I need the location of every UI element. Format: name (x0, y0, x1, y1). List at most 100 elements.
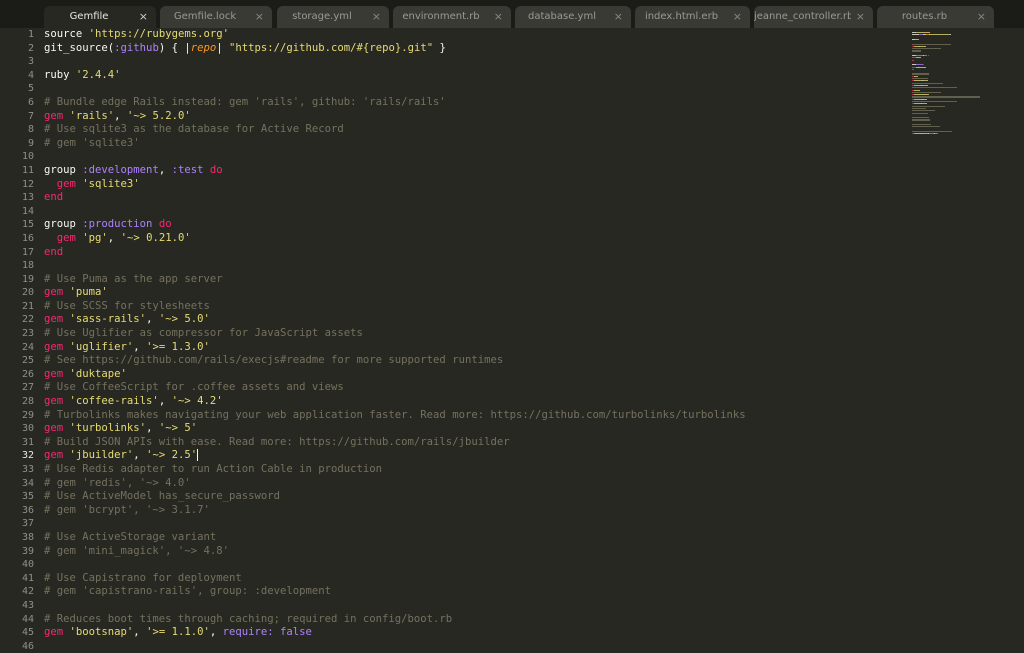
code-line[interactable]: # Bundle edge Rails instead: gem 'rails'… (44, 96, 904, 110)
code-token: , (133, 340, 147, 353)
minimap-token (912, 105, 945, 107)
code-token: 'jbuilder' (69, 449, 134, 462)
minimap-token (912, 107, 927, 110)
code-line[interactable]: gem 'sqlite3' (44, 178, 904, 192)
code-view[interactable]: source 'https://rubygems.org' git_source(… (44, 28, 904, 653)
code-line[interactable] (44, 517, 904, 531)
editor-area[interactable]: 1 2 3 4 5 6 7 8 9 10 11 12 13 14 15 16 17 18 19 20 21 22 23 24 2… (0, 28, 1024, 652)
code-line[interactable]: # gem 'capistrano-rails', group: :develo… (44, 585, 904, 599)
code-line[interactable] (44, 640, 904, 653)
close-icon[interactable]: × (856, 6, 865, 28)
code-line[interactable]: gem 'turbolinks', '~> 5' (44, 422, 904, 436)
code-token: 'duktape' (69, 367, 127, 380)
minimap-token (912, 59, 914, 61)
tab-storage-yml[interactable]: storage.yml × (277, 6, 389, 28)
code-line[interactable] (44, 599, 904, 613)
code-line[interactable]: # gem 'mini_magick', '~> 4.8' (44, 545, 904, 559)
tab-routes-rb[interactable]: routes.rb × (877, 6, 994, 28)
code-token: , (114, 109, 127, 122)
code-line[interactable]: # Use sqlite3 as the database for Active… (44, 123, 904, 137)
code-line[interactable]: gem 'rails', '~> 5.2.0' (44, 110, 904, 124)
line-number: 44 (21, 613, 34, 625)
code-line[interactable]: gem 'puma' (44, 286, 904, 300)
code-token: 'rails' (69, 109, 115, 122)
code-line[interactable]: # Use Puma as the app server (44, 273, 904, 287)
code-line[interactable]: end (44, 246, 904, 260)
code-token: # Use SCSS for stylesheets (44, 299, 210, 312)
code-line[interactable] (44, 259, 904, 273)
code-line[interactable]: gem 'uglifier', '>= 1.3.0' (44, 341, 904, 355)
code-line[interactable] (44, 205, 904, 219)
code-line[interactable]: # Use Capistrano for deployment (44, 572, 904, 586)
minimap-token (919, 66, 927, 68)
tab-jeanne-controller-rb[interactable]: jeanne_controller.rb × (754, 6, 873, 28)
close-icon[interactable]: × (977, 6, 986, 28)
code-token: 'pg' (82, 231, 108, 244)
code-line[interactable]: # gem 'bcrypt', '~> 3.1.7' (44, 504, 904, 518)
code-line[interactable]: # Use SCSS for stylesheets (44, 300, 904, 314)
code-token: "https://github.com/#{repo}.git" (229, 41, 434, 54)
code-line[interactable]: # Turbolinks makes navigating your web a… (44, 409, 904, 423)
tab-label: storage.yml (292, 11, 352, 22)
minimap-token (912, 91, 942, 93)
code-line[interactable]: # Use Uglifier as compressor for JavaScr… (44, 327, 904, 341)
code-line[interactable]: gem 'jbuilder', '~> 2.5' (44, 449, 904, 463)
code-token: gem (44, 395, 70, 408)
tab-gemfile-lock[interactable]: Gemfile.lock × (160, 6, 272, 28)
code-line[interactable] (44, 82, 904, 96)
code-token: gem (44, 231, 83, 244)
code-line[interactable]: group :development, :test do (44, 164, 904, 178)
code-line[interactable]: # Build JSON APIs with ease. Read more: … (44, 436, 904, 450)
minimap-token (923, 80, 929, 82)
code-line[interactable]: group :production do (44, 218, 904, 232)
code-line[interactable]: # Use ActiveModel has_secure_password (44, 490, 904, 504)
close-icon[interactable]: × (494, 6, 503, 28)
code-line[interactable]: # Use ActiveStorage variant (44, 531, 904, 545)
code-line[interactable] (44, 55, 904, 69)
code-line[interactable]: # gem 'sqlite3' (44, 137, 904, 151)
minimap-token (912, 48, 942, 50)
code-token: gem (44, 286, 70, 299)
close-icon[interactable]: × (372, 6, 381, 28)
code-token: # Bundle edge Rails instead: gem 'rails'… (44, 95, 446, 108)
code-line[interactable]: ruby '2.4.4' (44, 69, 904, 83)
minimap-token (912, 126, 940, 128)
code-line[interactable]: # Reduces boot times through caching; re… (44, 613, 904, 627)
code-line[interactable]: gem 'coffee-rails', '~> 4.2' (44, 395, 904, 409)
code-line[interactable]: # Use Redis adapter to run Action Cable … (44, 463, 904, 477)
code-line[interactable] (44, 558, 904, 572)
code-token: 'turbolinks' (69, 422, 147, 435)
code-token: , (158, 163, 172, 176)
minimap-token (923, 98, 927, 100)
code-token: # Reduces boot times through caching; re… (44, 612, 453, 625)
close-icon[interactable]: × (733, 6, 742, 28)
code-line[interactable]: git_source(:github) { |repo| "https://gi… (44, 42, 904, 56)
close-icon[interactable]: × (139, 6, 148, 28)
tab-index-html-erb[interactable]: index.html.erb × (635, 6, 750, 28)
code-line[interactable] (44, 150, 904, 164)
code-token: ruby (44, 68, 76, 81)
code-line[interactable]: # gem 'redis', '~> 4.0' (44, 477, 904, 491)
line-number: 12 (21, 178, 34, 190)
code-line[interactable]: gem 'pg', '~> 0.21.0' (44, 232, 904, 246)
minimap-token (922, 64, 925, 66)
code-line[interactable]: gem 'bootsnap', '>= 1.1.0', require: fal… (44, 626, 904, 640)
minimap-token (920, 45, 927, 47)
code-line[interactable]: source 'https://rubygems.org' (44, 28, 904, 42)
minimap[interactable] (908, 28, 1024, 152)
code-line[interactable]: # Use CoffeeScript for .coffee assets an… (44, 381, 904, 395)
line-number: 5 (27, 83, 34, 95)
code-token: # gem 'sqlite3' (44, 136, 140, 149)
code-line[interactable]: gem 'sass-rails', '~> 5.0' (44, 313, 904, 327)
code-line[interactable]: gem 'duktape' (44, 368, 904, 382)
close-icon[interactable]: × (614, 6, 623, 28)
tab-gemfile[interactable]: Gemfile × (44, 6, 156, 28)
tab-database-yml[interactable]: database.yml × (515, 6, 631, 28)
tab-environment-rb[interactable]: environment.rb × (393, 6, 511, 28)
code-token: ) { | (158, 41, 191, 54)
code-line[interactable]: end (44, 191, 904, 205)
close-icon[interactable]: × (255, 6, 264, 28)
code-token: repo (190, 41, 217, 54)
code-token: '~> 5.2.0' (126, 109, 191, 122)
code-line[interactable]: # See https://github.com/rails/execjs#re… (44, 354, 904, 368)
